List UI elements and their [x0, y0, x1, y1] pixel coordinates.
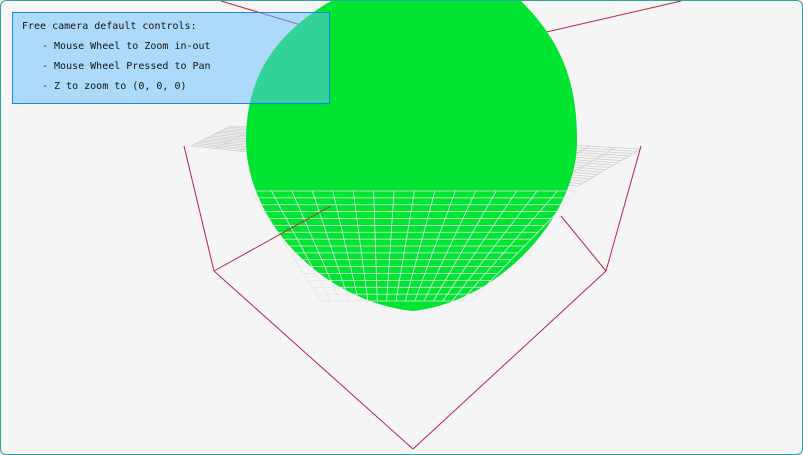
- game-window[interactable]: Free camera default controls: - Mouse Wh…: [0, 0, 803, 455]
- help-item-reset: - Z to zoom to (0, 0, 0): [42, 81, 187, 92]
- help-panel: Free camera default controls: - Mouse Wh…: [12, 12, 330, 104]
- help-item-zoom: - Mouse Wheel to Zoom in-out: [42, 41, 211, 52]
- help-item-pan: - Mouse Wheel Pressed to Pan: [42, 61, 211, 72]
- help-title: Free camera default controls:: [22, 21, 197, 32]
